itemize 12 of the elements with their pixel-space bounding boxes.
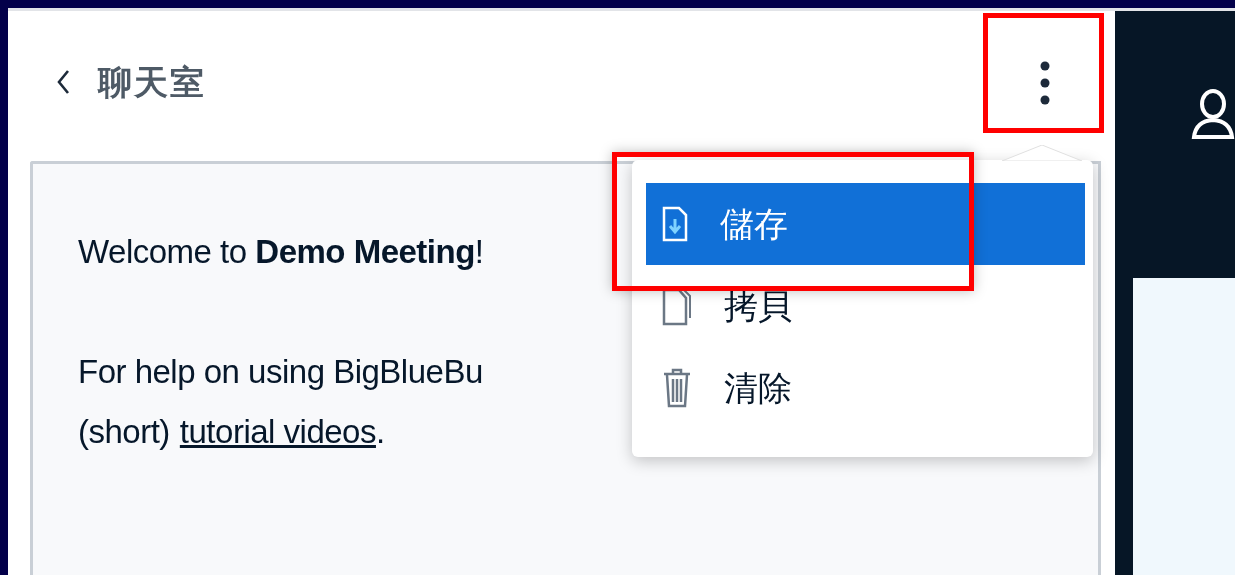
help-text: For help on using BigBlueBu xyxy=(78,352,483,392)
trash-icon xyxy=(662,368,692,408)
file-download-icon xyxy=(662,206,688,242)
help-text: . xyxy=(375,412,385,452)
user-icon[interactable] xyxy=(1191,89,1235,139)
tutorial-videos-link[interactable]: tutorial videos xyxy=(179,402,376,462)
back-button[interactable]: 聊天室 xyxy=(56,56,206,108)
menu-item[interactable]: 儲存 xyxy=(646,183,1085,265)
chevron-left-icon xyxy=(56,69,70,95)
help-text: (short) xyxy=(78,412,170,452)
welcome-message: Welcome to Demo Meeting! xyxy=(78,232,484,272)
more-vertical-icon xyxy=(1040,61,1050,105)
